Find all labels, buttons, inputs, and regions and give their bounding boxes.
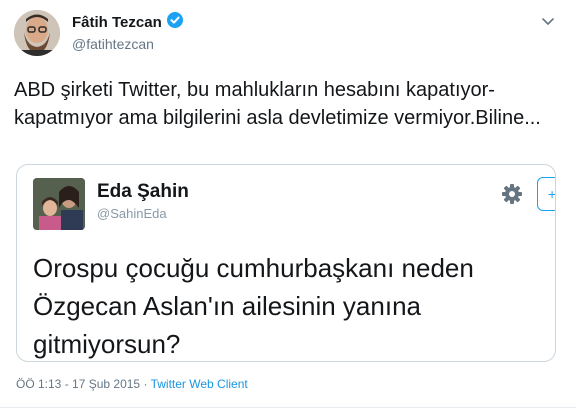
- verified-badge-icon: [166, 12, 183, 33]
- gear-icon[interactable]: [501, 183, 523, 205]
- author-name[interactable]: Fâtih Tezcan: [72, 14, 162, 31]
- author-name-row: Fâtih Tezcan: [72, 12, 183, 33]
- quoted-author-block: Eda Şahin @SahinEda: [97, 181, 189, 221]
- quoted-author-avatar[interactable]: [33, 178, 85, 230]
- quoted-tweet-card[interactable]: Eda Şahin @SahinEda + Orospu çocuğu cumh…: [16, 164, 556, 362]
- quoted-author-handle[interactable]: @SahinEda: [97, 206, 189, 221]
- tweet-timestamp[interactable]: ÖÖ 1:13 - 17 Şub 2015: [16, 377, 140, 391]
- quoted-tweet-text: Orospu çocuğu cumhurbaşkanı neden Özgeca…: [33, 253, 474, 359]
- meta-separator: ·: [143, 377, 148, 391]
- divider: [0, 407, 576, 408]
- author-block: Fâtih Tezcan @fatihtezcan: [72, 12, 183, 52]
- chevron-down-icon[interactable]: [540, 13, 556, 29]
- quoted-author-name[interactable]: Eda Şahin: [97, 181, 189, 203]
- follow-icon: +: [548, 186, 556, 202]
- author-avatar[interactable]: [14, 10, 60, 56]
- tweet-text: ABD şirketi Twitter, bu mahlukların hesa…: [14, 79, 541, 129]
- author-handle[interactable]: @fatihtezcan: [72, 36, 183, 52]
- tweet-meta: ÖÖ 1:13 - 17 Şub 2015 · Twitter Web Clie…: [16, 377, 248, 391]
- follow-button[interactable]: +: [537, 177, 556, 211]
- tweet-client-link[interactable]: Twitter Web Client: [151, 377, 248, 391]
